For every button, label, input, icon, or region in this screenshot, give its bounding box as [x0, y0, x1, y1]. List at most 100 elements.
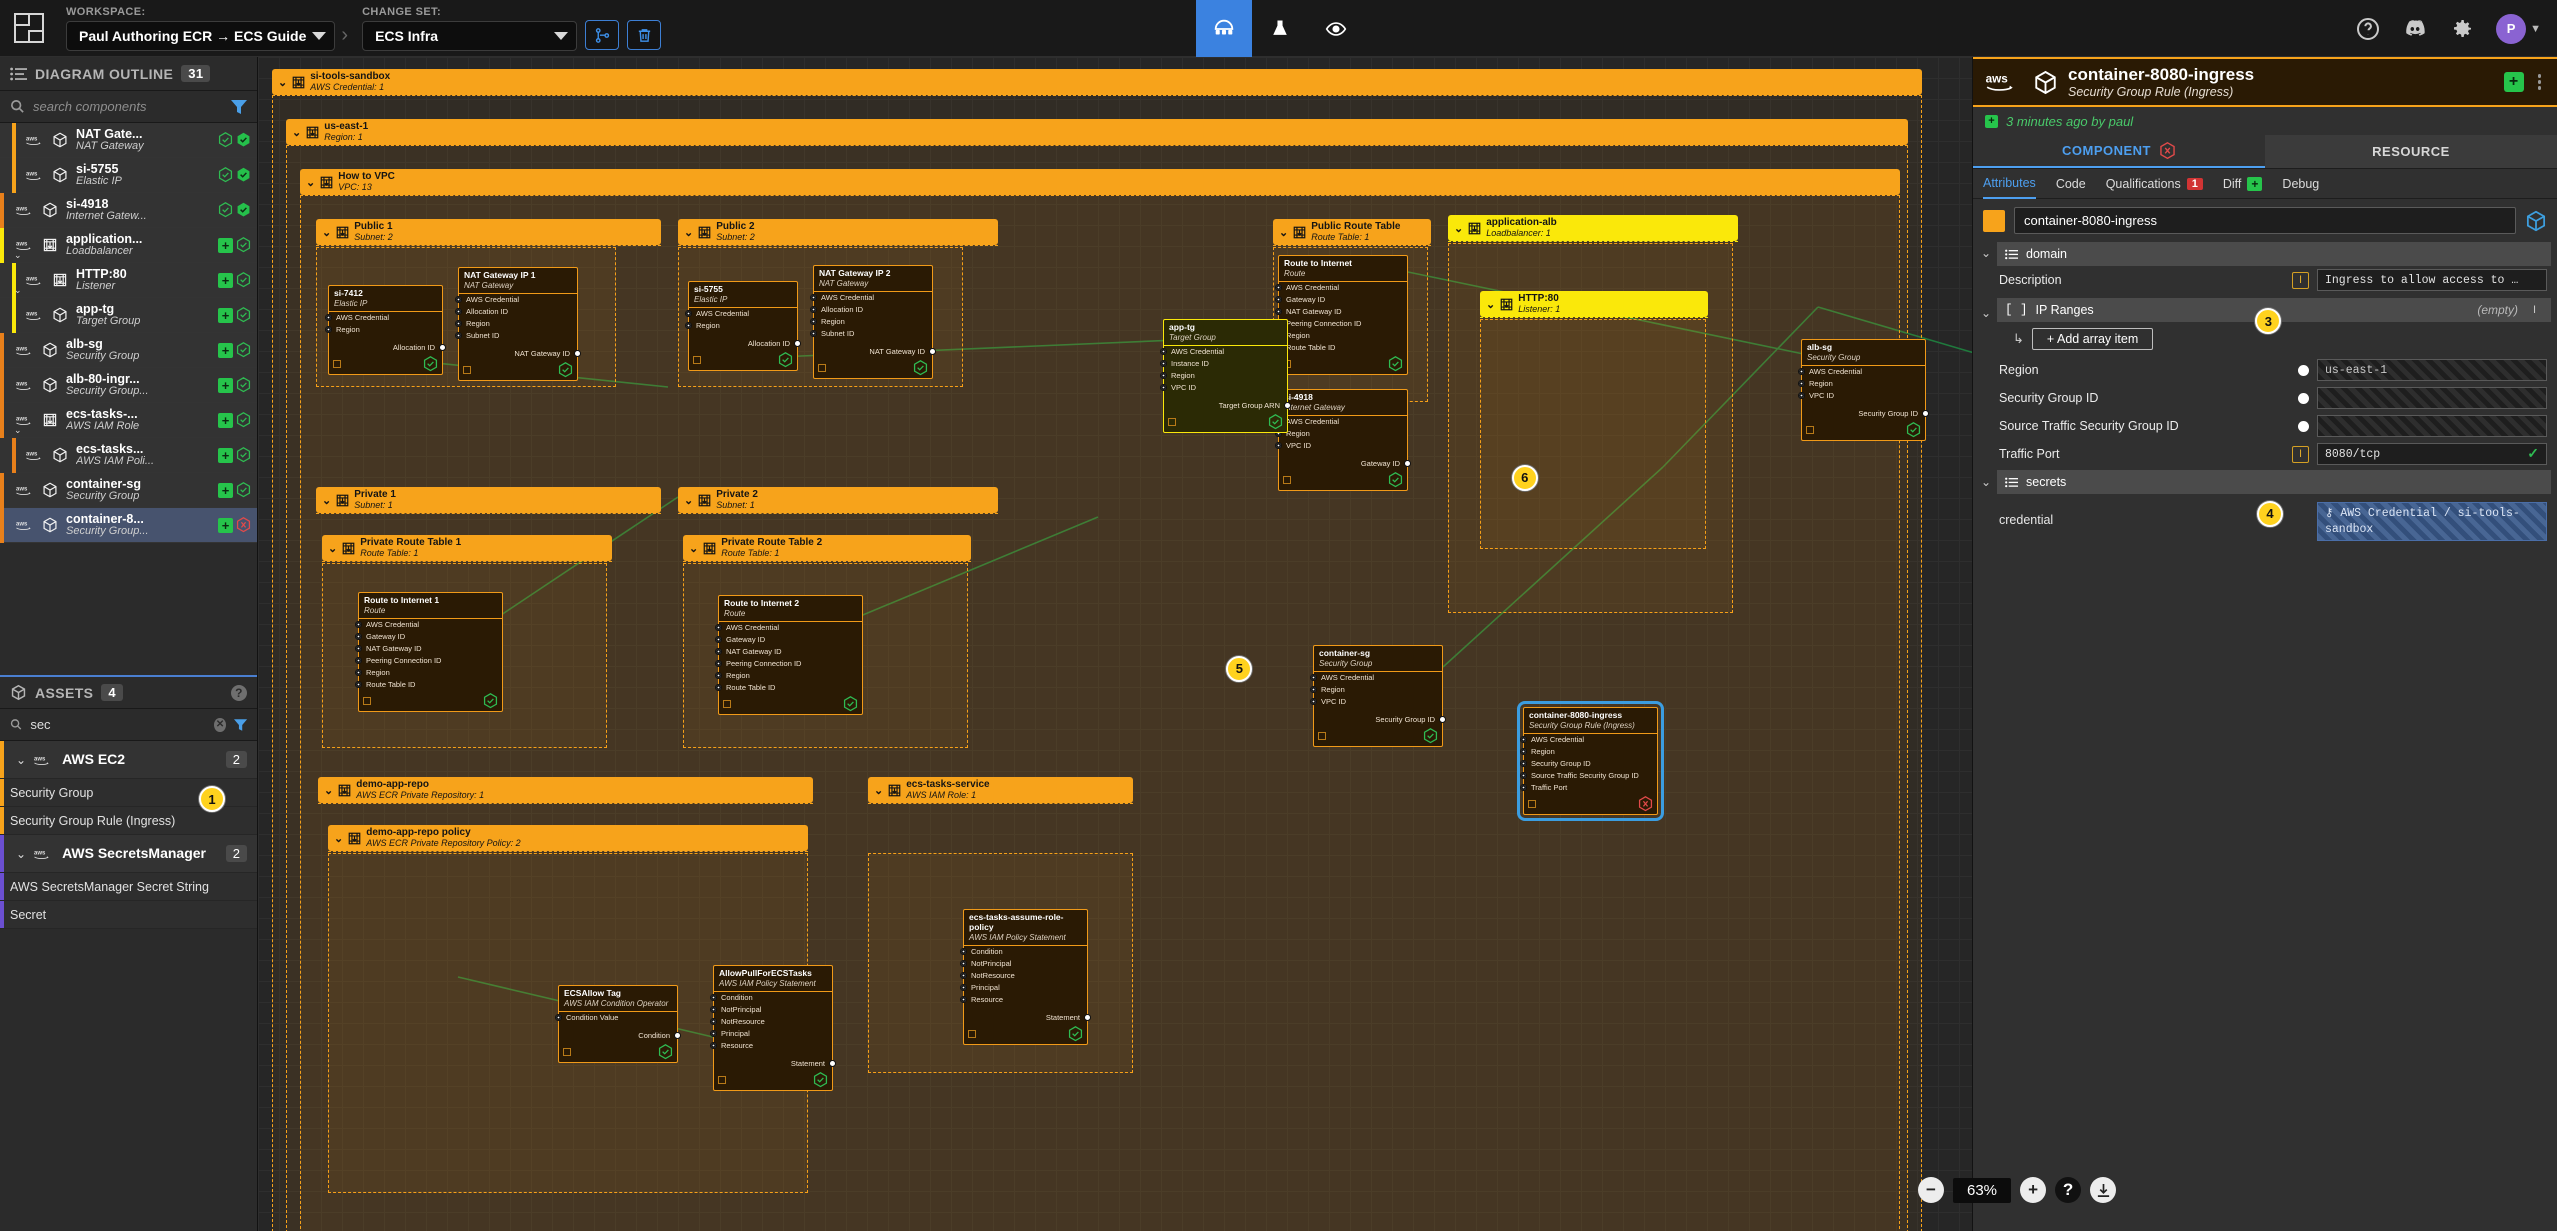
- socket-icon[interactable]: [455, 296, 462, 304]
- node-ecsallow-tag[interactable]: ECSAllow Tag AWS IAM Condition Operator …: [555, 985, 681, 1063]
- output-socket-row[interactable]: Statement: [964, 1012, 1091, 1024]
- chevron-down-icon[interactable]: ⌄: [14, 285, 22, 296]
- detail-subtabs[interactable]: Attributes Code Qualifications 1 Diff + Debug: [1973, 169, 2557, 199]
- node-allowpullforecstasks[interactable]: AllowPullForECSTasks AWS IAM Policy Stat…: [710, 965, 836, 1091]
- socket-icon[interactable]: [960, 996, 967, 1004]
- node-ecs-tasks-assume-role-policy[interactable]: ecs-tasks-assume-role-policy AWS IAM Pol…: [960, 909, 1091, 1045]
- input-socket-row[interactable]: Principal: [960, 982, 1087, 994]
- frame-header[interactable]: ⌄ si-tools-sandbox AWS Credential: 1: [272, 69, 1922, 95]
- socket-icon[interactable]: [1310, 698, 1317, 706]
- attribute-value[interactable]: us-east-1: [2317, 359, 2547, 381]
- input-socket-row[interactable]: VPC ID: [1310, 696, 1442, 708]
- add-button[interactable]: +: [2503, 72, 2524, 92]
- node-si-5755[interactable]: si-5755 Elastic IP AWS Credential Region…: [685, 281, 801, 371]
- frame-private-route-table-2[interactable]: ⌄ Private Route Table 2 Route Table: 1: [683, 535, 971, 562]
- delete-changeset-button[interactable]: [627, 20, 662, 50]
- chat-icon[interactable]: [2402, 17, 2428, 41]
- frame-application-alb[interactable]: ⌄ application-alb Loadbalancer: 1: [1448, 215, 1738, 242]
- socket-icon[interactable]: [1798, 368, 1805, 376]
- socket-icon[interactable]: [810, 318, 817, 326]
- attribute-region[interactable]: Region us-east-1: [1973, 356, 2557, 384]
- frame-header[interactable]: ⌄ How to VPC VPC: 13: [300, 169, 1900, 195]
- node-nat-gateway-ip-2[interactable]: NAT Gateway IP 2 NAT Gateway AWS Credent…: [810, 265, 936, 379]
- output-socket-row[interactable]: Gateway ID: [1279, 458, 1411, 470]
- output-socket-row[interactable]: Target Group ARN: [1164, 400, 1291, 412]
- frame-handle-icon[interactable]: [1318, 731, 1326, 740]
- socket-icon[interactable]: [355, 645, 362, 653]
- asset-group-aws-secretsmanager[interactable]: ⌄ aws AWS SecretsManager 2: [0, 835, 257, 873]
- socket-icon[interactable]: [355, 669, 362, 677]
- tab-lab[interactable]: [1252, 0, 1308, 57]
- node-nat-gateway-ip-1[interactable]: NAT Gateway IP 1 NAT Gateway AWS Credent…: [455, 267, 581, 381]
- frame-handle-icon[interactable]: [723, 699, 731, 708]
- gear-icon[interactable]: [2450, 17, 2474, 41]
- input-socket-row[interactable]: AWS Credential: [455, 294, 577, 306]
- download-button[interactable]: [2090, 1177, 2117, 1203]
- socket-icon[interactable]: [810, 330, 817, 338]
- filter-icon[interactable]: [233, 718, 247, 732]
- outline-item-container-8-[interactable]: aws container-8... Security Group... +: [0, 508, 257, 543]
- node-alb-sg[interactable]: alb-sg Security Group AWS Credential Reg…: [1798, 339, 1929, 441]
- socket-icon[interactable]: [715, 684, 722, 692]
- frame-private-route-table-1[interactable]: ⌄ Private Route Table 1 Route Table: 1: [322, 535, 612, 562]
- socket-icon[interactable]: [710, 1030, 717, 1038]
- frame-header[interactable]: ⌄ Public Route Table Route Table: 1: [1273, 219, 1431, 245]
- socket-icon[interactable]: [1310, 674, 1317, 682]
- socket-icon[interactable]: [455, 332, 462, 340]
- socket-icon[interactable]: [715, 672, 722, 680]
- zoom-out-button[interactable]: −: [1918, 1177, 1944, 1203]
- input-socket-row[interactable]: AWS Credential: [1310, 672, 1442, 684]
- chevron-down-icon[interactable]: ⌄: [684, 494, 693, 507]
- socket-icon[interactable]: [1275, 296, 1282, 304]
- frame-public-1[interactable]: ⌄ Public 1 Subnet: 2: [316, 219, 661, 246]
- chevron-down-icon[interactable]: ⌄: [1454, 222, 1463, 235]
- input-socket-row[interactable]: Region: [325, 324, 442, 336]
- input-socket-row[interactable]: Instance ID: [1160, 358, 1287, 370]
- node-container-sg[interactable]: container-sg Security Group AWS Credenti…: [1310, 645, 1446, 747]
- outline-item-container-sg[interactable]: aws container-sg Security Group +: [0, 473, 257, 508]
- input-socket-row[interactable]: Security Group ID: [1520, 758, 1657, 770]
- socket-icon[interactable]: [555, 1014, 562, 1022]
- input-socket-row[interactable]: Allocation ID: [455, 306, 577, 318]
- input-socket-row[interactable]: AWS Credential: [715, 622, 862, 634]
- frame-header[interactable]: ⌄ us-east-1 Region: 1: [286, 119, 1908, 145]
- socket-icon[interactable]: [455, 320, 462, 328]
- input-socket-row[interactable]: Subnet ID: [455, 330, 577, 342]
- output-socket-row[interactable]: NAT Gateway ID: [814, 346, 936, 358]
- frame-http-80[interactable]: ⌄ HTTP:80 Listener: 1: [1480, 291, 1708, 318]
- socket-icon[interactable]: [1160, 384, 1167, 392]
- socket-icon[interactable]: [685, 322, 692, 330]
- input-socket-row[interactable]: Region: [1275, 330, 1407, 342]
- frame-header[interactable]: ⌄ Public 2 Subnet: 2: [678, 219, 998, 245]
- input-socket-row[interactable]: AWS Credential: [1520, 734, 1657, 746]
- user-menu[interactable]: P ▼: [2496, 13, 2541, 44]
- chevron-down-icon[interactable]: ⌄: [689, 542, 698, 555]
- chevron-down-icon[interactable]: ⌄: [16, 847, 26, 861]
- socket-icon[interactable]: [1275, 442, 1282, 450]
- help-icon[interactable]: [2356, 17, 2380, 41]
- socket-icon[interactable]: [1520, 760, 1527, 768]
- input-socket-row[interactable]: VPC ID: [1160, 382, 1287, 394]
- frame-handle-icon[interactable]: [463, 365, 471, 374]
- frame-handle-icon[interactable]: [1806, 425, 1814, 434]
- output-socket-row[interactable]: Security Group ID: [1802, 408, 1929, 420]
- attribute-source-traffic-security-group-id[interactable]: Source Traffic Security Group ID: [1973, 412, 2557, 440]
- outline-item-application-[interactable]: aws application... Loadbalancer + ⌄: [0, 228, 257, 263]
- input-socket-row[interactable]: AWS Credential: [355, 619, 502, 631]
- input-socket-row[interactable]: Route Table ID: [355, 679, 502, 691]
- socket-icon[interactable]: [710, 1006, 717, 1014]
- outline-item-http-80[interactable]: aws HTTP:80 Listener + ⌄: [0, 263, 257, 298]
- frame-header[interactable]: ⌄ ecs-tasks-service AWS IAM Role: 1: [868, 777, 1133, 803]
- input-socket-row[interactable]: Principal: [710, 1028, 832, 1040]
- socket-icon[interactable]: [1275, 308, 1282, 316]
- input-socket-row[interactable]: AWS Credential: [1160, 346, 1287, 358]
- input-socket-row[interactable]: VPC ID: [1275, 440, 1407, 452]
- input-socket-row[interactable]: Region: [355, 667, 502, 679]
- socket-icon[interactable]: [710, 1042, 717, 1050]
- frame-header[interactable]: ⌄ application-alb Loadbalancer: 1: [1448, 215, 1738, 241]
- frame-ecs-tasks-service[interactable]: ⌄ ecs-tasks-service AWS IAM Role: 1: [868, 777, 1133, 804]
- socket-icon[interactable]: [960, 984, 967, 992]
- socket-icon[interactable]: [810, 294, 817, 302]
- frame-header[interactable]: ⌄ Private Route Table 2 Route Table: 1: [683, 535, 971, 561]
- diagram-outline-list[interactable]: aws NAT Gate... NAT Gateway aws si-5755 Elast…: [0, 123, 257, 675]
